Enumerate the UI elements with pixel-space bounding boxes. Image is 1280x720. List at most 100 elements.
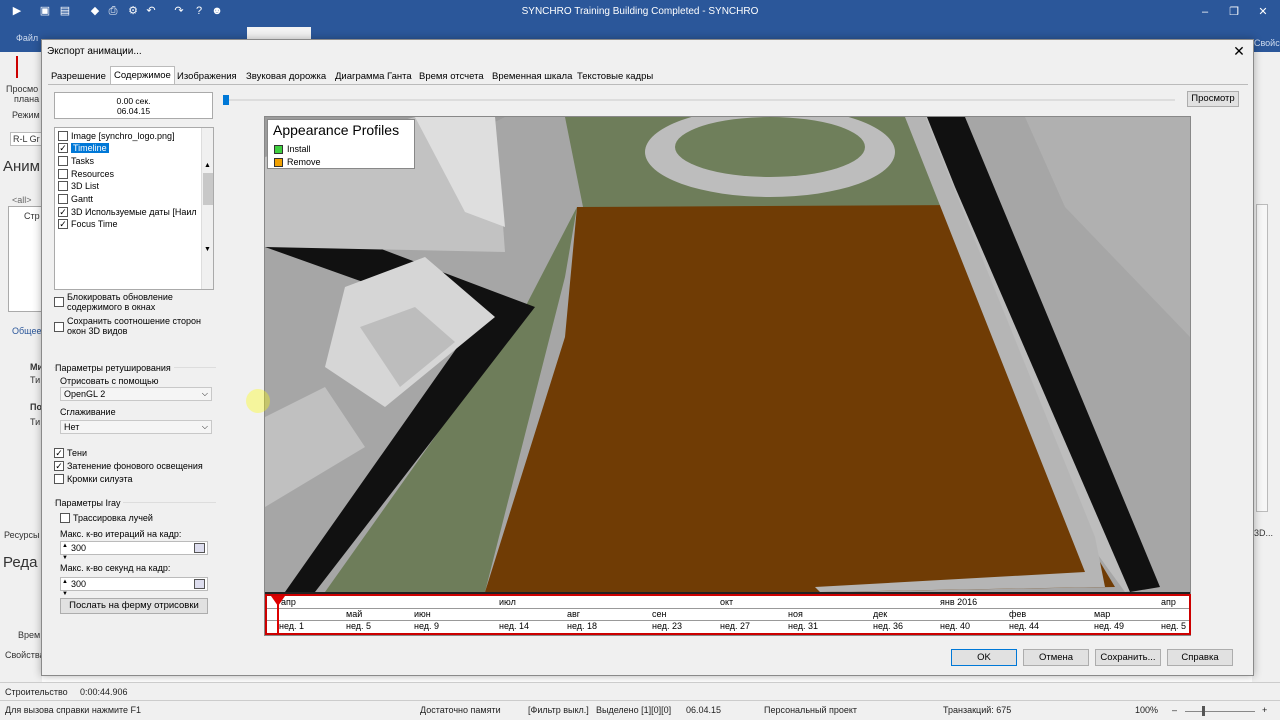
checkbox-ray-trace[interactable] bbox=[60, 512, 70, 523]
smoothing-label: Сглаживание bbox=[60, 407, 116, 417]
restore-button[interactable]: ❐ bbox=[1224, 3, 1244, 21]
timeline-month: июл bbox=[499, 597, 516, 607]
checkbox-image[interactable] bbox=[58, 130, 68, 141]
list-item[interactable]: Image [synchro_logo.png] bbox=[58, 130, 175, 142]
checkbox-keep-aspect[interactable] bbox=[54, 321, 64, 332]
tab-soundtrack[interactable]: Звуковая дорожка bbox=[243, 68, 329, 85]
bg-label: Просмо bbox=[6, 84, 39, 94]
dialog-close-icon[interactable]: ✕ bbox=[1231, 43, 1247, 60]
timeline-month: окт bbox=[720, 597, 734, 607]
list-scrollbar[interactable]: ▲ ▼ bbox=[201, 128, 213, 289]
ribbon-tab-file[interactable]: Файл bbox=[16, 33, 38, 43]
tab-resolution[interactable]: Разрешение bbox=[48, 68, 109, 85]
tab-images[interactable]: Изображения bbox=[174, 68, 240, 85]
max-iter-label: Макс. к-во итераций на кадр: bbox=[60, 529, 182, 539]
minimize-button[interactable]: – bbox=[1195, 3, 1215, 21]
time-slider-track[interactable] bbox=[225, 99, 1175, 101]
list-item[interactable]: ✓ 3D Используемые даты [Наил bbox=[58, 206, 200, 218]
bg-scrollbar[interactable] bbox=[1256, 204, 1268, 512]
spinner-icon[interactable]: ▲ ▼ bbox=[62, 540, 68, 564]
timeline-week: нед. 36 bbox=[873, 621, 904, 631]
3d-preview-viewport[interactable]: Appearance Profiles Install Remove bbox=[264, 116, 1191, 636]
silhouette-option[interactable]: Кромки силуэта bbox=[54, 473, 133, 485]
list-item[interactable]: Gantt bbox=[58, 193, 93, 205]
preview-button[interactable]: Просмотр bbox=[1187, 91, 1239, 107]
save-button[interactable]: Сохранить... bbox=[1095, 649, 1161, 666]
status-mode: Строительство bbox=[5, 687, 68, 697]
timeline-marker-icon[interactable] bbox=[271, 596, 285, 633]
ok-button[interactable]: OK bbox=[951, 649, 1017, 666]
list-item[interactable]: Resources bbox=[58, 168, 114, 180]
status-memory: Достаточно памяти bbox=[420, 705, 501, 715]
tab-divider bbox=[48, 84, 1248, 85]
zoom-slider[interactable] bbox=[1185, 711, 1255, 712]
checkbox-resources[interactable] bbox=[58, 168, 68, 179]
appearance-legend: Appearance Profiles Install Remove bbox=[267, 119, 415, 169]
timeline-week: нед. 40 bbox=[940, 621, 971, 631]
keep-aspect-option[interactable] bbox=[54, 321, 67, 333]
list-item[interactable]: ✓ Focus Time bbox=[58, 218, 118, 230]
block-update-option[interactable] bbox=[54, 296, 67, 308]
zoom-slider-thumb[interactable] bbox=[1202, 706, 1205, 716]
checkbox-3d-list[interactable] bbox=[58, 180, 68, 191]
render-engine-value: OpenGL 2 bbox=[64, 389, 106, 399]
background-left-pane: Просмо плана Режим R-L Gr Аним <all> Стр… bbox=[0, 52, 45, 682]
timeline-divider bbox=[267, 608, 1189, 609]
scroll-down-icon[interactable]: ▼ bbox=[204, 246, 211, 253]
scroll-thumb[interactable] bbox=[203, 173, 213, 205]
time-slider-thumb[interactable] bbox=[223, 95, 229, 105]
ambient-option[interactable]: ✓ Затенение фонового освещения bbox=[54, 460, 203, 472]
cancel-button[interactable]: Отмена bbox=[1023, 649, 1089, 666]
checkbox-tasks[interactable] bbox=[58, 155, 68, 166]
iray-params-heading: Параметры Iray bbox=[55, 498, 124, 508]
checkbox-block-update[interactable] bbox=[54, 296, 64, 307]
bg-label: Режим bbox=[12, 110, 40, 120]
checkbox-timeline[interactable]: ✓ bbox=[58, 142, 68, 153]
tab-content[interactable]: Содержимое bbox=[110, 66, 175, 85]
checkbox-shadows[interactable]: ✓ bbox=[54, 447, 64, 458]
timeline-bar[interactable]: апр июл окт янв 2016 апр май июн авг сен… bbox=[265, 594, 1191, 635]
content-list: Image [synchro_logo.png] ✓ Timeline Tasks… bbox=[54, 127, 214, 290]
bg-tree bbox=[8, 206, 42, 312]
ray-trace-option[interactable]: Трассировка лучей bbox=[60, 512, 153, 524]
help-button[interactable]: Справка bbox=[1167, 649, 1233, 666]
time-seconds: 0.00 сек. bbox=[116, 96, 151, 106]
max-sec-label: Макс. к-во секунд на кадр: bbox=[60, 563, 171, 573]
legend-item-remove: Remove bbox=[274, 157, 321, 168]
timeline-week: нед. 18 bbox=[567, 621, 598, 631]
zoom-out-icon[interactable]: – bbox=[1172, 705, 1177, 715]
timeline-month: фев bbox=[1009, 609, 1027, 619]
legend-item-install: Install bbox=[274, 144, 311, 155]
mouse-cursor-highlight bbox=[246, 389, 270, 413]
render-engine-select[interactable]: OpenGL 2 ⌵ bbox=[60, 387, 212, 401]
render-farm-button[interactable]: Послать на ферму отрисовки bbox=[60, 598, 208, 614]
tab-reference-time[interactable]: Время отсчета bbox=[416, 68, 487, 85]
timeline-month: мар bbox=[1094, 609, 1111, 619]
max-iter-field[interactable]: ▲ ▼ 300 bbox=[60, 541, 208, 561]
spinner-icon[interactable]: ▲ ▼ bbox=[62, 576, 68, 600]
checkbox-focus-time[interactable]: ✓ bbox=[58, 218, 68, 229]
checkbox-ambient[interactable]: ✓ bbox=[54, 460, 64, 471]
play-icon bbox=[16, 56, 34, 78]
scroll-up-icon[interactable]: ▲ bbox=[204, 162, 211, 169]
max-sec-field[interactable]: ▲ ▼ 300 bbox=[60, 577, 208, 597]
list-item[interactable]: 3D List bbox=[58, 180, 99, 192]
zoom-in-icon[interactable]: + bbox=[1262, 705, 1267, 715]
status-transactions: Транзакций: 675 bbox=[943, 705, 1012, 715]
timeline-month: янв 2016 bbox=[940, 597, 978, 607]
shadows-option[interactable]: ✓ Тени bbox=[54, 447, 87, 459]
checkbox-gantt[interactable] bbox=[58, 193, 68, 204]
close-window-button[interactable]: ✕ bbox=[1253, 3, 1273, 21]
calculator-icon[interactable] bbox=[194, 543, 205, 553]
list-item[interactable]: Tasks bbox=[58, 155, 94, 167]
tab-gantt[interactable]: Диаграмма Ганта bbox=[332, 68, 415, 85]
legend-swatch bbox=[274, 158, 283, 168]
tab-text-frames[interactable]: Текстовые кадры bbox=[574, 68, 656, 85]
tab-timescale[interactable]: Временная шкала bbox=[489, 68, 575, 85]
list-item[interactable]: ✓ Timeline bbox=[58, 142, 109, 154]
checkbox-3d-dates[interactable]: ✓ bbox=[58, 206, 68, 217]
list-item-label: 3D Используемые даты [Наил bbox=[71, 207, 197, 217]
checkbox-silhouette[interactable] bbox=[54, 473, 64, 484]
smoothing-select[interactable]: Нет ⌵ bbox=[60, 420, 212, 434]
calculator-icon[interactable] bbox=[194, 579, 205, 589]
